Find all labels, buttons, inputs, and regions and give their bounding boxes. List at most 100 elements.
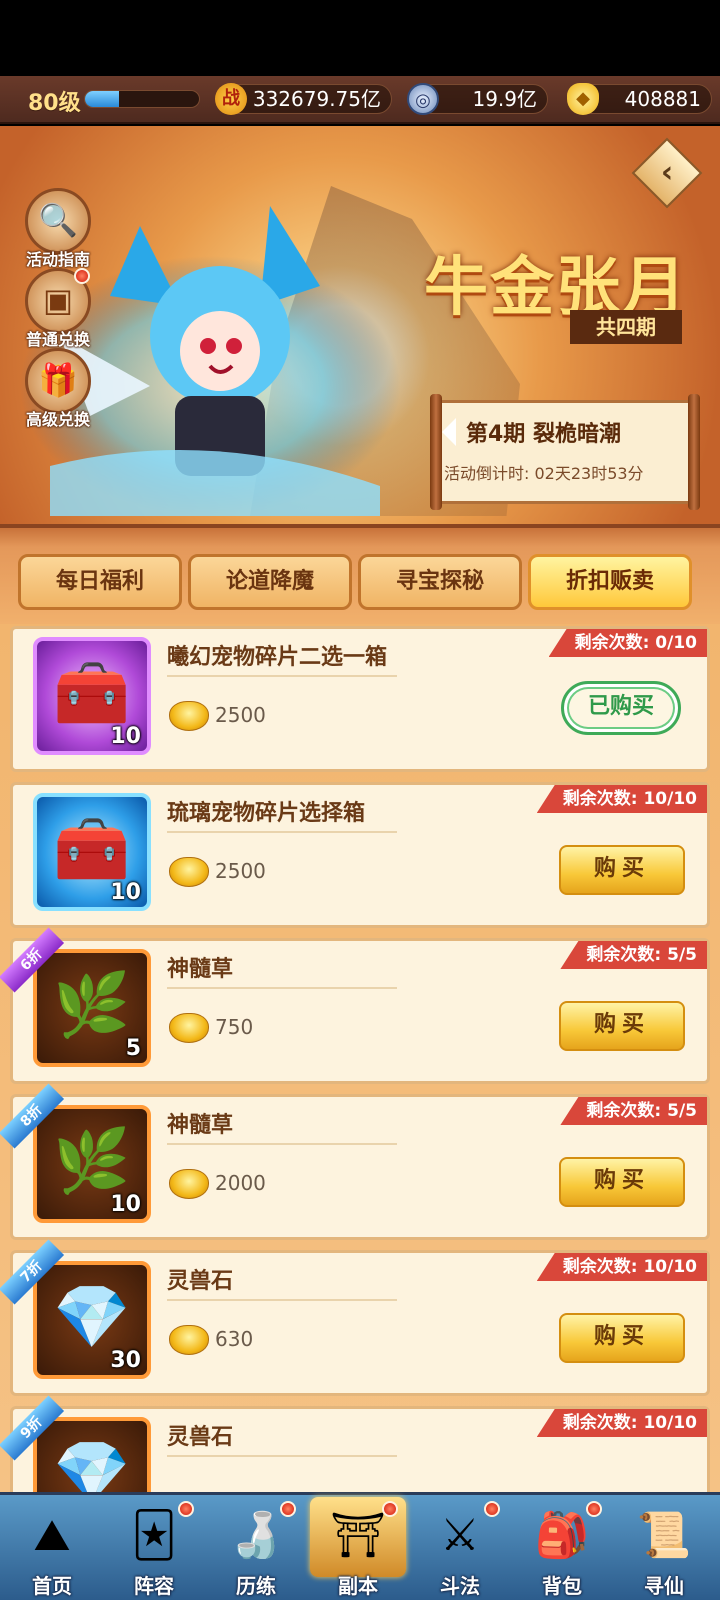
event-guide-label: 活动指南 [25, 250, 90, 269]
ingot-icon: ◆ [567, 83, 599, 115]
previous-period-arrow-icon[interactable] [442, 418, 456, 446]
item-quantity: 5 [125, 1036, 141, 1061]
notification-dot [382, 1501, 398, 1517]
buy-button[interactable]: 购买 [559, 1001, 685, 1051]
back-arrow-icon: ‹ [660, 155, 674, 190]
item-name: 神髓草 [167, 1113, 234, 1138]
mountain-icon: ⛰ [33, 1510, 71, 1561]
back-button[interactable]: ‹ [631, 137, 703, 209]
combat-power: 战 332679.75亿 [215, 83, 392, 115]
ingot-icon [169, 1169, 209, 1199]
event-banner: 🔍 活动指南 ▣ 普通兑换 🎁 高级兑换 ‹ 牛金张月 共四期 第4期 裂桅暗潮… [0, 126, 720, 524]
list-item: 🧰 10 琉璃宠物碎片选择箱 2500 剩余次数: 10/10 购买 [10, 782, 710, 928]
list-item: 🌿 5 6折 神髓草 750 剩余次数: 5/5 购买 [0, 927, 710, 1084]
event-guide-button[interactable]: 🔍 活动指南 [18, 188, 98, 270]
normal-exchange-button[interactable]: ▣ 普通兑换 [18, 268, 98, 350]
purchased-stamp: 已购买 [561, 681, 681, 735]
xp-bar-fill [85, 91, 120, 107]
notification-dot [280, 1501, 296, 1517]
normal-exchange-label: 普通兑换 [25, 330, 90, 349]
buy-button[interactable]: 购买 [559, 845, 685, 895]
nav-seek-immortal[interactable]: 📜 寻仙 [614, 1497, 714, 1600]
remaining-count: 剩余次数: 10/10 [536, 1409, 707, 1437]
ingot-icon [169, 1013, 209, 1043]
event-subtitle: 共四期 [570, 310, 682, 344]
ingot-icon [169, 1325, 209, 1355]
nav-home[interactable]: ⛰ 首页 [2, 1497, 102, 1600]
xp-bar [84, 90, 200, 108]
list-item: 🧰 10 曦幻宠物碎片二选一箱 2500 剩余次数: 0/10 已购买 [10, 626, 710, 772]
premium-exchange-label: 高级兑换 [25, 410, 90, 429]
item-name: 灵兽石 [167, 1269, 234, 1294]
nav-training[interactable]: 🍶 历练 [206, 1497, 306, 1600]
ingot-value: 408881 [624, 87, 701, 111]
notification-dot [74, 268, 90, 284]
remaining-count: 剩余次数: 5/5 [560, 1097, 707, 1125]
item-quantity: 10 [110, 1192, 141, 1217]
tab-treasure-hunt[interactable]: 寻宝探秘 [358, 554, 522, 610]
nav-lineup[interactable]: 🃏 阵容 [104, 1497, 204, 1600]
scroll-icon: 📜 [636, 1510, 692, 1561]
premium-exchange-button[interactable]: 🎁 高级兑换 [18, 348, 98, 430]
countdown-timer: 活动倒计时: 02天23时53分 [444, 464, 644, 483]
item-price: 2500 [215, 703, 266, 727]
resource-bar: 80级 战 332679.75亿 ◎ 19.9亿 ◆ 408881 [0, 76, 720, 124]
ingot-icon [169, 701, 209, 731]
nav-label: 寻仙 [644, 1574, 684, 1598]
ingot-balance[interactable]: ◆ 408881 [567, 83, 712, 115]
magnifier-icon: 🔍 [25, 188, 91, 254]
item-price: 2500 [215, 859, 266, 883]
period-title: 第4期 裂桅暗潮 [466, 422, 621, 447]
item-list[interactable]: 🧰 10 曦幻宠物碎片二选一箱 2500 剩余次数: 0/10 已购买 🧰 10… [0, 624, 720, 1492]
item-quantity: 30 [110, 1348, 141, 1373]
buy-button[interactable]: 购买 [559, 1313, 685, 1363]
notification-dot [178, 1501, 194, 1517]
ingot-icon [169, 857, 209, 887]
nav-dungeon[interactable]: ⛩ 副本 [308, 1497, 408, 1600]
nav-label: 副本 [338, 1574, 378, 1598]
item-name: 琉璃宠物碎片选择箱 [167, 801, 366, 826]
notification-dot [586, 1501, 602, 1517]
nav-backpack[interactable]: 🎒 背包 [512, 1497, 612, 1600]
combat-power-value: 332679.75亿 [252, 87, 381, 111]
item-name: 神髓草 [167, 957, 234, 982]
item-thumbnail[interactable]: 💎 30 [33, 1261, 151, 1379]
tab-discount-sale[interactable]: 折扣贩卖 [528, 554, 692, 610]
item-thumbnail[interactable]: 🌿 10 [33, 1105, 151, 1223]
coin-icon: ◎ [407, 83, 439, 115]
item-thumbnail[interactable]: 💎 [33, 1417, 151, 1492]
spirit-stone-icon: 💎 [53, 1436, 131, 1492]
player-level: 80级 [28, 91, 81, 116]
item-quantity: 10 [110, 880, 141, 905]
nav-label: 背包 [542, 1574, 582, 1598]
tab-demon-subduing[interactable]: 论道降魔 [188, 554, 352, 610]
nav-label: 斗法 [440, 1574, 480, 1598]
status-bar [0, 0, 720, 76]
nav-battle[interactable]: ⚔ 斗法 [410, 1497, 510, 1600]
item-price: 630 [215, 1327, 254, 1351]
list-item: 💎 30 7折 灵兽石 630 剩余次数: 10/10 购买 [0, 1239, 710, 1396]
coin-balance[interactable]: ◎ 19.9亿 [407, 83, 548, 115]
remaining-count: 剩余次数: 10/10 [536, 785, 707, 813]
nav-label: 阵容 [134, 1574, 174, 1598]
nav-label: 历练 [236, 1574, 276, 1598]
period-scroll: 第4期 裂桅暗潮 活动倒计时: 02天23时53分 [430, 394, 700, 510]
nav-label: 首页 [32, 1574, 72, 1598]
item-price: 2000 [215, 1171, 266, 1195]
item-name: 曦幻宠物碎片二选一箱 [167, 645, 388, 670]
item-thumbnail[interactable]: 🧰 10 [33, 637, 151, 755]
bottom-navigation: ⛰ 首页 🃏 阵容 🍶 历练 ⛩ 副本 ⚔ 斗法 🎒 背包 📜 寻仙 [0, 1492, 720, 1600]
tab-daily-welfare[interactable]: 每日福利 [18, 554, 182, 610]
tab-bar: 每日福利 论道降魔 寻宝探秘 折扣贩卖 [0, 524, 720, 624]
remaining-count: 剩余次数: 10/10 [536, 1253, 707, 1281]
buy-button[interactable]: 购买 [559, 1157, 685, 1207]
item-name: 灵兽石 [167, 1425, 234, 1450]
coin-value: 19.9亿 [472, 87, 537, 111]
power-icon: 战 [215, 83, 247, 115]
item-price: 750 [215, 1015, 254, 1039]
notification-dot [484, 1501, 500, 1517]
item-thumbnail[interactable]: 🧰 10 [33, 793, 151, 911]
remaining-count: 剩余次数: 0/10 [548, 629, 707, 657]
item-thumbnail[interactable]: 🌿 5 [33, 949, 151, 1067]
list-item: 🌿 10 8折 神髓草 2000 剩余次数: 5/5 购买 [0, 1083, 710, 1240]
